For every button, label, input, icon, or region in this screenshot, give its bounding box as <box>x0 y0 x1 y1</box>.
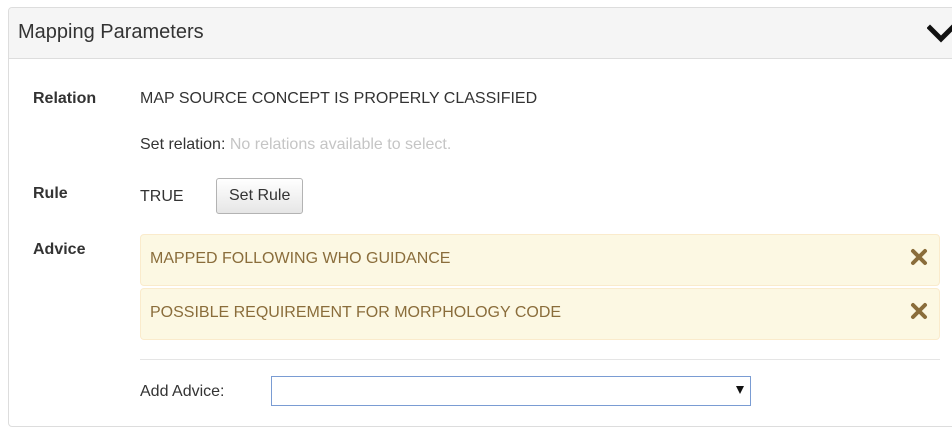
advice-item-text: POSSIBLE REQUIREMENT FOR MORPHOLOGY CODE <box>150 304 562 321</box>
mapping-parameters-panel: Mapping Parameters Relation MAP SOURCE C… <box>8 7 952 427</box>
advice-divider <box>140 359 940 360</box>
relation-label: Relation <box>33 90 97 107</box>
panel-title: Mapping Parameters <box>18 21 204 43</box>
chevron-down-icon[interactable] <box>926 24 952 44</box>
remove-icon[interactable] <box>910 302 928 320</box>
no-relations-message: No relations available to select. <box>229 136 452 153</box>
set-relation-row: Set relation: No relations available to … <box>140 136 451 154</box>
add-advice-select[interactable] <box>271 376 751 406</box>
set-rule-button[interactable]: Set Rule <box>216 178 304 214</box>
advice-item: POSSIBLE REQUIREMENT FOR MORPHOLOGY CODE <box>140 288 940 340</box>
relation-value: MAP SOURCE CONCEPT IS PROPERLY CLASSIFIE… <box>140 90 538 107</box>
dropdown-arrow-icon <box>736 386 744 394</box>
panel-heading[interactable]: Mapping Parameters <box>9 8 952 59</box>
set-relation-label: Set relation: <box>140 136 226 153</box>
advice-item: MAPPED FOLLOWING WHO GUIDANCE <box>140 234 940 286</box>
rule-label: Rule <box>33 185 68 202</box>
advice-label: Advice <box>33 241 86 258</box>
rule-value: TRUE <box>140 188 184 205</box>
add-advice-label: Add Advice: <box>140 383 225 400</box>
advice-item-text: MAPPED FOLLOWING WHO GUIDANCE <box>150 250 451 267</box>
remove-icon[interactable] <box>910 248 928 266</box>
